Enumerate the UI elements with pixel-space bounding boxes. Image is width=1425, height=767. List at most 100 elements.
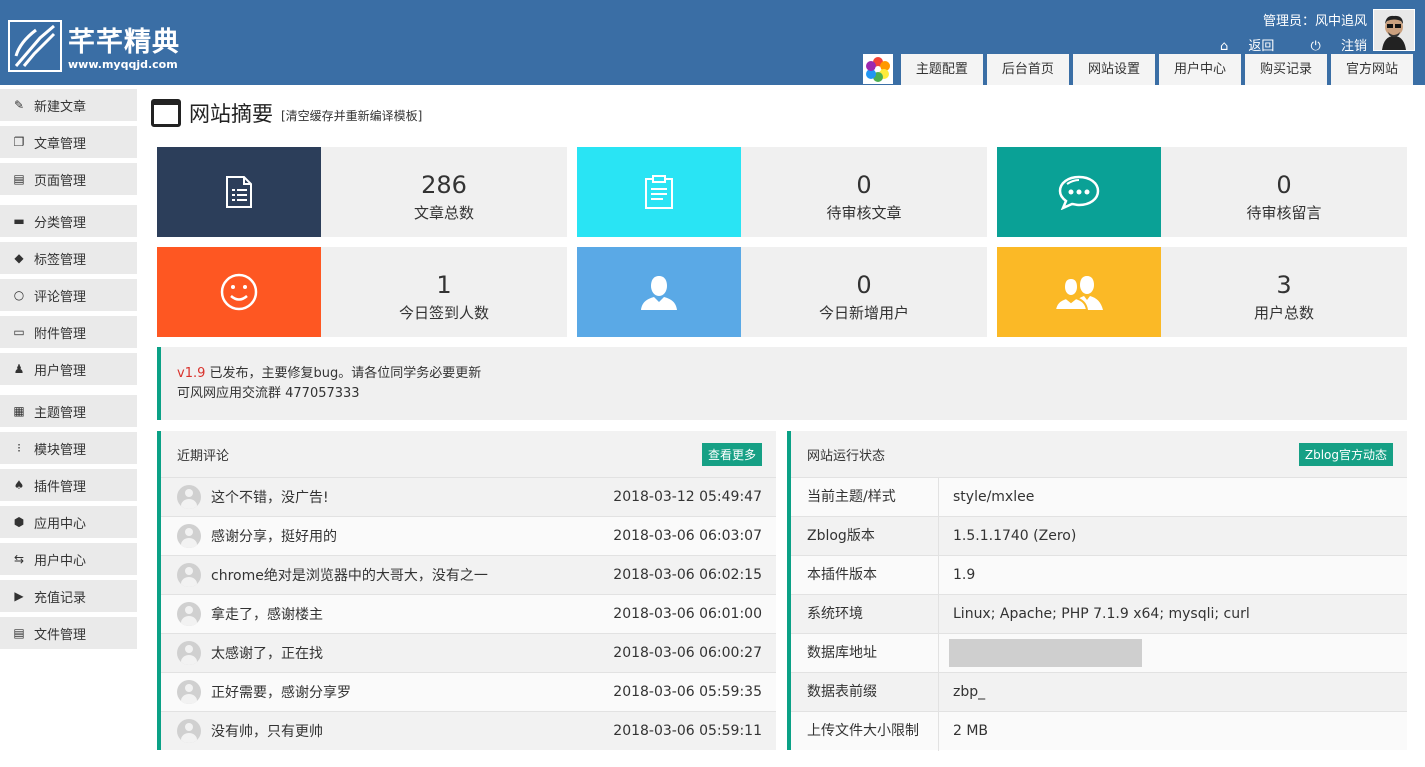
sidebar-item-label: 评论管理 — [34, 289, 87, 305]
comment-row[interactable]: 这个不错，没广告! 2018-03-12 05:49:47 — [161, 477, 776, 516]
site-logo[interactable]: 芊芊精典 www.myqqjd.com — [8, 20, 198, 74]
sidebar-item-categories[interactable]: ▬ 分类管理 — [0, 205, 137, 237]
stat-card-new-users[interactable]: 0 今日新增用户 — [577, 247, 987, 337]
admin-avatar[interactable] — [1373, 9, 1415, 51]
comment-text: 这个不错，没广告! — [211, 490, 329, 506]
sidebar-item-attachments[interactable]: ▭ 附件管理 — [0, 316, 137, 348]
pages-icon: ▤ — [13, 172, 25, 186]
sidebar-item-label: 充值记录 — [34, 590, 87, 606]
sidebar-item-user-center[interactable]: ⇆ 用户中心 — [0, 543, 137, 575]
zblog-news-button[interactable]: Zblog官方动态 — [1298, 442, 1393, 466]
stat-card-today-checkin[interactable]: 1 今日签到人数 — [157, 247, 567, 337]
comment-time: 2018-03-06 06:00:27 — [613, 645, 762, 661]
comment-row[interactable]: 拿走了，感谢楼主 2018-03-06 06:01:00 — [161, 594, 776, 633]
comment-row[interactable]: 太感谢了，正在找 2018-03-06 06:00:27 — [161, 633, 776, 672]
home-icon: ⌂ — [1219, 39, 1229, 54]
version-badge: v1.9 — [177, 366, 206, 381]
sidebar-item-themes[interactable]: ▦ 主题管理 — [0, 395, 137, 427]
file-icon: ▤ — [13, 626, 25, 640]
sidebar-item-label: 应用中心 — [34, 516, 87, 532]
stat-card-pending-articles[interactable]: 0 待审核文章 — [577, 147, 987, 237]
view-more-button[interactable]: 查看更多 — [701, 442, 762, 466]
tab-site-settings[interactable]: 网站设置 — [1072, 54, 1155, 85]
sidebar-item-users[interactable]: ♟ 用户管理 — [0, 353, 137, 385]
sidebar-item-label: 页面管理 — [34, 173, 87, 189]
folder-icon: ▬ — [13, 214, 25, 228]
tag-icon: ◆ — [14, 251, 24, 265]
comment-text: chrome绝对是浏览器中的大哥大，没有之一 — [211, 568, 488, 584]
recent-comments-panel: 近期评论 查看更多 这个不错，没广告! 2018-03-12 05:49:47 感… — [157, 431, 776, 750]
status-value: zbp_ — [953, 684, 986, 700]
comment-row[interactable]: chrome绝对是浏览器中的大哥大，没有之一 2018-03-06 06:02:1… — [161, 555, 776, 594]
stat-value: 286 — [421, 171, 467, 199]
panel-title: 近期评论 — [177, 448, 230, 464]
avatar-icon — [177, 563, 201, 587]
avatar-icon — [177, 485, 201, 509]
status-key: Zblog版本 — [791, 516, 939, 556]
comment-text: 正好需要，感谢分享罗 — [211, 685, 351, 701]
sidebar-item-recharge[interactable]: ▶ 充值记录 — [0, 580, 137, 612]
status-row: 上传文件大小限制 2 MB — [791, 711, 1407, 751]
sidebar-item-label: 插件管理 — [34, 479, 87, 495]
sidebar-item-articles[interactable]: ❐ 文章管理 — [0, 126, 137, 158]
tab-official-site[interactable]: 官方网站 — [1330, 54, 1413, 85]
status-row: 系统环境 Linux; Apache; PHP 7.1.9 x64; mysqli… — [791, 594, 1407, 634]
sidebar-item-plugins[interactable]: ♠ 插件管理 — [0, 469, 137, 501]
comment-row[interactable]: 感谢分享，挺好用的 2018-03-06 06:03:07 — [161, 516, 776, 555]
comment-row[interactable]: 正好需要，感谢分享罗 2018-03-06 05:59:35 — [161, 672, 776, 711]
stat-label: 文章总数 — [413, 204, 474, 222]
stat-card-articles[interactable]: 286 文章总数 — [157, 147, 567, 237]
theme-icon: ▦ — [13, 404, 25, 418]
user-icon: ♟ — [13, 362, 25, 376]
stat-card-pending-comments[interactable]: 0 待审核留言 — [997, 147, 1407, 237]
stat-label: 待审核留言 — [1246, 204, 1322, 222]
sidebar-item-label: 模块管理 — [34, 442, 87, 458]
power-icon: ⏻ — [1310, 39, 1321, 54]
comment-text: 感谢分享，挺好用的 — [211, 529, 337, 545]
stat-card-total-users[interactable]: 3 用户总数 — [997, 247, 1407, 337]
masked-database-address — [949, 639, 1142, 667]
edit-icon: ✎ — [13, 98, 25, 112]
attachment-icon: ▭ — [13, 325, 25, 339]
comment-row[interactable]: 没有帅，只有更帅 2018-03-06 05:59:11 — [161, 711, 776, 750]
status-key: 上传文件大小限制 — [791, 711, 939, 751]
panel-header: 网站运行状态 Zblog官方动态 — [791, 431, 1407, 477]
sidebar-item-new-article[interactable]: ✎ 新建文章 — [0, 89, 137, 121]
status-value: 1.5.1.1740 (Zero) — [953, 528, 1077, 544]
avatar-icon — [177, 524, 201, 548]
status-key: 系统环境 — [791, 594, 939, 634]
comment-time: 2018-03-06 06:01:00 — [613, 606, 762, 622]
flower-icon — [862, 54, 893, 84]
sidebar-item-label: 附件管理 — [34, 326, 87, 342]
logout-label: 注销 — [1340, 39, 1367, 54]
sidebar: ✎ 新建文章 ❐ 文章管理 ▤ 页面管理 ▬ 分类管理 ◆ 标签管理 ○ 评论管理 ▭ 附件管… — [0, 89, 137, 654]
tab-user-center[interactable]: 用户中心 — [1158, 54, 1241, 85]
stat-value: 0 — [856, 171, 872, 199]
clear-cache-link[interactable]: [清空缓存并重新编译模板] — [281, 107, 422, 124]
status-value: Linux; Apache; PHP 7.1.9 x64; mysqli; cu… — [953, 606, 1250, 622]
site-status-panel: 网站运行状态 Zblog官方动态 当前主题/样式 style/mxlee Zblo… — [787, 431, 1407, 751]
stat-label: 用户总数 — [1253, 304, 1314, 322]
logout-link[interactable]: ⏻ 注销 — [1295, 39, 1367, 54]
tab-theme-config[interactable]: 主题配置 — [900, 54, 983, 85]
sidebar-item-comments[interactable]: ○ 评论管理 — [0, 279, 137, 311]
avatar-icon — [177, 602, 201, 626]
back-link[interactable]: ⌂ 返回 — [1204, 39, 1274, 54]
admin-info: 管理员：风中追风 ⌂ 返回 ⏻ 注销 — [1188, 10, 1367, 54]
tab-admin-home[interactable]: 后台首页 — [986, 54, 1069, 85]
sidebar-item-pages[interactable]: ▤ 页面管理 — [0, 163, 137, 195]
sidebar-item-label: 用户管理 — [34, 363, 87, 379]
sidebar-item-tags[interactable]: ◆ 标签管理 — [0, 242, 137, 274]
sidebar-item-app-center[interactable]: ⬢ 应用中心 — [0, 506, 137, 538]
admin-name: 管理员：风中追风 — [1262, 14, 1367, 29]
sidebar-item-label: 用户中心 — [34, 553, 87, 569]
document-list-icon — [157, 147, 321, 237]
stat-value: 3 — [1276, 271, 1292, 299]
status-key: 数据库地址 — [791, 633, 939, 673]
update-notice: v1.9 已发布，主要修复bug。请各位同学务必要更新 可风网应用交流群 477… — [157, 347, 1407, 420]
tab-purchase-records[interactable]: 购买记录 — [1244, 54, 1327, 85]
comment-time: 2018-03-06 06:02:15 — [613, 567, 762, 583]
sidebar-item-files[interactable]: ▤ 文件管理 — [0, 617, 137, 649]
sidebar-item-modules[interactable]: ⁝ 模块管理 — [0, 432, 137, 464]
comment-time: 2018-03-06 05:59:11 — [613, 723, 762, 739]
